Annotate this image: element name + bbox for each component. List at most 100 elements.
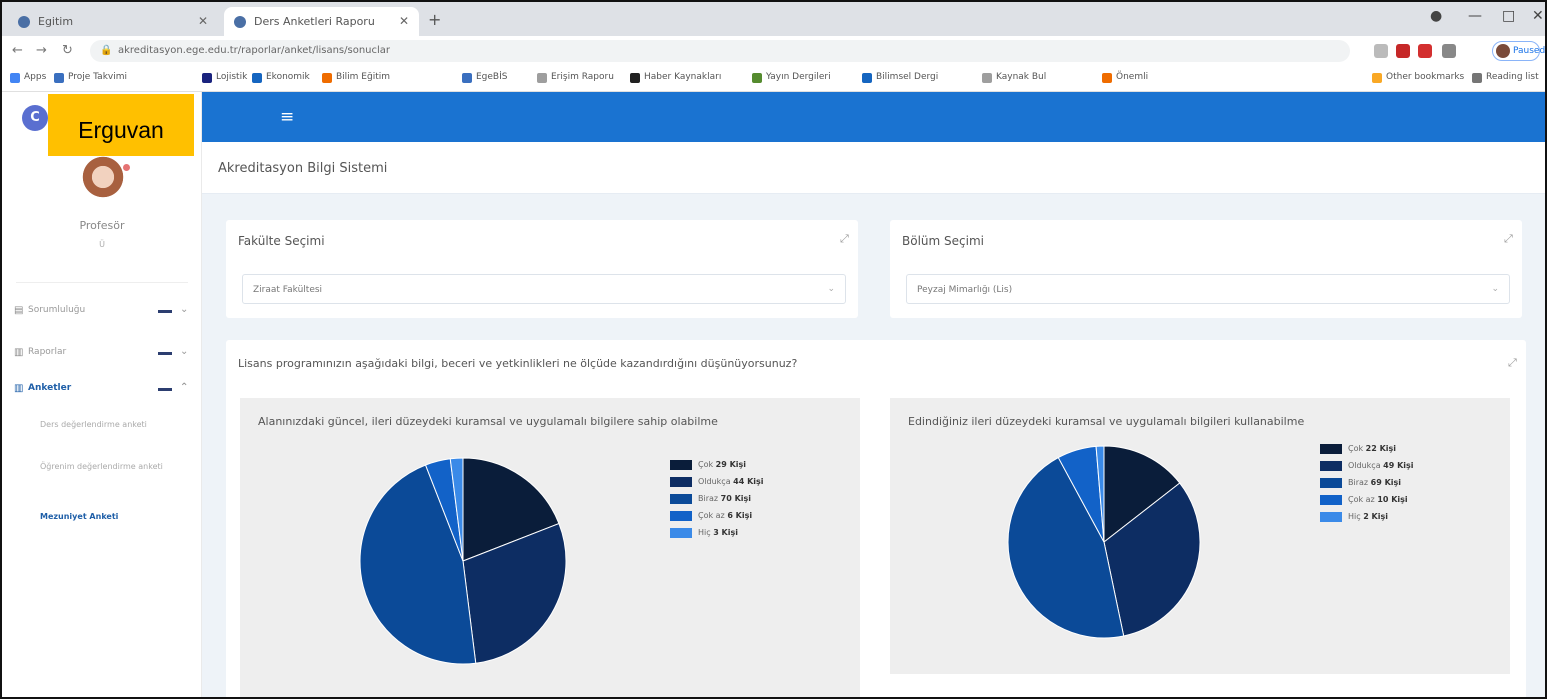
- browser-toolbar: ← → ↻ 🔒 akreditasyon.ege.edu.tr/raporlar…: [2, 36, 1545, 66]
- sidebar-item-label: Anketler: [28, 383, 72, 393]
- bookmark-item[interactable]: Haber Kaynakları: [630, 72, 721, 83]
- avatar[interactable]: [81, 156, 125, 206]
- user-subtitle: Ü: [99, 240, 105, 249]
- chevron-down-icon: ⌄: [180, 346, 189, 357]
- expand-icon[interactable]: ⤢: [840, 232, 849, 246]
- hamburger-menu-icon[interactable]: ≡: [280, 107, 294, 127]
- submenu-item-active[interactable]: Mezuniyet Anketi: [40, 510, 180, 523]
- legend-count: 3 Kişi: [713, 528, 738, 537]
- legend-count: 2 Kişi: [1363, 512, 1388, 521]
- back-arrow-icon[interactable]: ←: [12, 43, 23, 58]
- tab-favicon-icon: [234, 16, 246, 28]
- legend-label: Hiç: [698, 528, 714, 537]
- collapse-bar-icon: [158, 310, 172, 313]
- sidebar-item-raporlar[interactable]: ▥ Raporlar ⌄: [14, 344, 194, 364]
- bookmark-item[interactable]: Önemli: [1102, 72, 1148, 83]
- expand-icon[interactable]: ⤢: [1504, 232, 1513, 246]
- main-content: Fakülte Seçimi ⤢ Ziraat Fakültesi ⌄ Bölü…: [202, 194, 1545, 697]
- legend-swatch: [670, 511, 692, 521]
- survey-icon: ▥: [14, 383, 24, 394]
- faculty-select[interactable]: Ziraat Fakültesi ⌄: [242, 274, 846, 304]
- reload-icon[interactable]: ↻: [62, 43, 73, 58]
- bookmark-item[interactable]: Lojistik: [202, 72, 247, 83]
- legend-label: Hiç: [1348, 512, 1364, 521]
- legend-count: 10 Kişi: [1377, 495, 1408, 504]
- submenu-item[interactable]: Ders değerlendirme anketi: [40, 418, 180, 431]
- faculty-filter-title: Fakülte Seçimi: [238, 234, 325, 248]
- tab-search-icon[interactable]: ●: [1430, 8, 1442, 24]
- legend-item[interactable]: Hiç 3 Kişi: [670, 528, 738, 540]
- legend-label: Biraz: [1348, 478, 1371, 487]
- legend-count: 22 Kişi: [1365, 444, 1397, 453]
- chart-panel-1: Alanınızdaki güncel, ileri düzeydeki kur…: [240, 398, 860, 697]
- close-window-icon[interactable]: ✕: [1532, 8, 1544, 24]
- department-select[interactable]: Peyzaj Mimarlığı (Lis) ⌄: [906, 274, 1510, 304]
- bookmark-item[interactable]: Reading list: [1472, 72, 1539, 83]
- bookmark-item[interactable]: Erişim Raporu: [537, 72, 614, 83]
- legend-count: 49 Kişi: [1383, 461, 1414, 470]
- browser-tab-active[interactable]: Ders Anketleri Raporu ✕: [224, 7, 419, 36]
- extension-icon[interactable]: [1396, 44, 1410, 58]
- bookmark-item[interactable]: Kaynak Bul: [982, 72, 1046, 83]
- tab-favicon-icon: [18, 16, 30, 28]
- legend-count: 70 Kişi: [720, 494, 752, 503]
- browser-tab-egitim[interactable]: Egitim ✕: [8, 7, 218, 36]
- top-navbar: ≡: [202, 92, 1545, 142]
- sidebar-divider: [16, 282, 188, 283]
- minimize-icon[interactable]: —: [1468, 8, 1482, 24]
- bookmark-item[interactable]: Ekonomik: [252, 72, 310, 83]
- submenu-item[interactable]: Öğrenim değerlendirme anketi: [40, 460, 180, 473]
- legend-swatch: [670, 460, 692, 470]
- legend-item[interactable]: Oldukça 44 Kişi: [670, 477, 764, 489]
- new-tab-plus-icon[interactable]: +: [428, 10, 441, 29]
- legend-item[interactable]: Çok 29 Kişi: [670, 460, 746, 472]
- legend-count: 6 Kişi: [727, 511, 753, 520]
- star-icon[interactable]: [1374, 44, 1388, 58]
- sidebar-item-sorumlulugu[interactable]: ▤ Sorumluluğu ⌄: [14, 302, 194, 322]
- department-filter-card: Bölüm Seçimi ⤢ Peyzaj Mimarlığı (Lis) ⌄: [890, 220, 1522, 318]
- legend-label: Çok az: [1348, 495, 1378, 504]
- tab-close-icon[interactable]: ✕: [198, 14, 208, 28]
- legend-item[interactable]: Hiç 2 Kişi: [1320, 512, 1388, 524]
- legend-item[interactable]: Çok 22 Kişi: [1320, 444, 1396, 456]
- legend-item[interactable]: Biraz 70 Kişi: [670, 494, 751, 506]
- legend-item[interactable]: Oldukça 49 Kişi: [1320, 461, 1414, 473]
- bookmark-item[interactable]: Bilim Eğitim: [322, 72, 390, 83]
- department-filter-title: Bölüm Seçimi: [902, 234, 984, 248]
- extension-icon[interactable]: [1418, 44, 1432, 58]
- profile-label: Paused: [1513, 46, 1546, 56]
- legend-item[interactable]: Çok az 6 Kişi: [670, 511, 752, 523]
- forward-arrow-icon[interactable]: →: [36, 43, 47, 58]
- browser-tabstrip: Egitim ✕ Ders Anketleri Raporu ✕ + ● — □…: [2, 2, 1545, 36]
- bookmark-item[interactable]: Proje Takvimi: [54, 72, 127, 83]
- legend-label: Biraz: [698, 494, 721, 503]
- puzzle-icon[interactable]: [1442, 44, 1456, 58]
- tab-close-icon[interactable]: ✕: [399, 14, 409, 28]
- status-dot-icon: [123, 164, 130, 171]
- chart-title: Alanınızdaki güncel, ileri düzeydeki kur…: [258, 415, 718, 428]
- chart-panel-2: Edindiğiniz ileri düzeydeki kuramsal ve …: [890, 398, 1510, 674]
- bookmark-item[interactable]: Bilimsel Dergi: [862, 72, 938, 83]
- bookmark-item[interactable]: EgeBİS: [462, 72, 507, 83]
- sidebar-item-label: Raporlar: [28, 347, 67, 357]
- bookmark-item[interactable]: Other bookmarks: [1372, 72, 1464, 83]
- legend-item[interactable]: Biraz 69 Kişi: [1320, 478, 1401, 490]
- bookmark-item[interactable]: Yayın Dergileri: [752, 72, 831, 83]
- lock-icon: 🔒: [100, 45, 113, 56]
- brand-label: Erguvan: [48, 94, 194, 156]
- chart-icon: ▥: [14, 347, 24, 358]
- maximize-icon[interactable]: □: [1502, 8, 1515, 24]
- sidebar-item-anketler[interactable]: ▥ Anketler ⌃: [14, 380, 194, 400]
- user-name: Profesör: [79, 219, 125, 232]
- legend-swatch: [670, 528, 692, 538]
- screenshot-frame: Egitim ✕ Ders Anketleri Raporu ✕ + ● — □…: [0, 0, 1547, 699]
- legend-label: Oldukça: [698, 477, 734, 486]
- legend-swatch: [670, 494, 692, 504]
- legend-item[interactable]: Çok az 10 Kişi: [1320, 495, 1408, 507]
- page-title: Akreditasyon Bilgi Sistemi: [218, 161, 388, 176]
- bookmark-item[interactable]: Apps: [10, 72, 46, 83]
- app-logo-icon[interactable]: C: [22, 105, 48, 131]
- address-bar[interactable]: 🔒 akreditasyon.ege.edu.tr/raporlar/anket…: [90, 40, 1350, 62]
- profile-button[interactable]: Paused: [1492, 41, 1545, 61]
- expand-icon[interactable]: ⤢: [1508, 356, 1517, 370]
